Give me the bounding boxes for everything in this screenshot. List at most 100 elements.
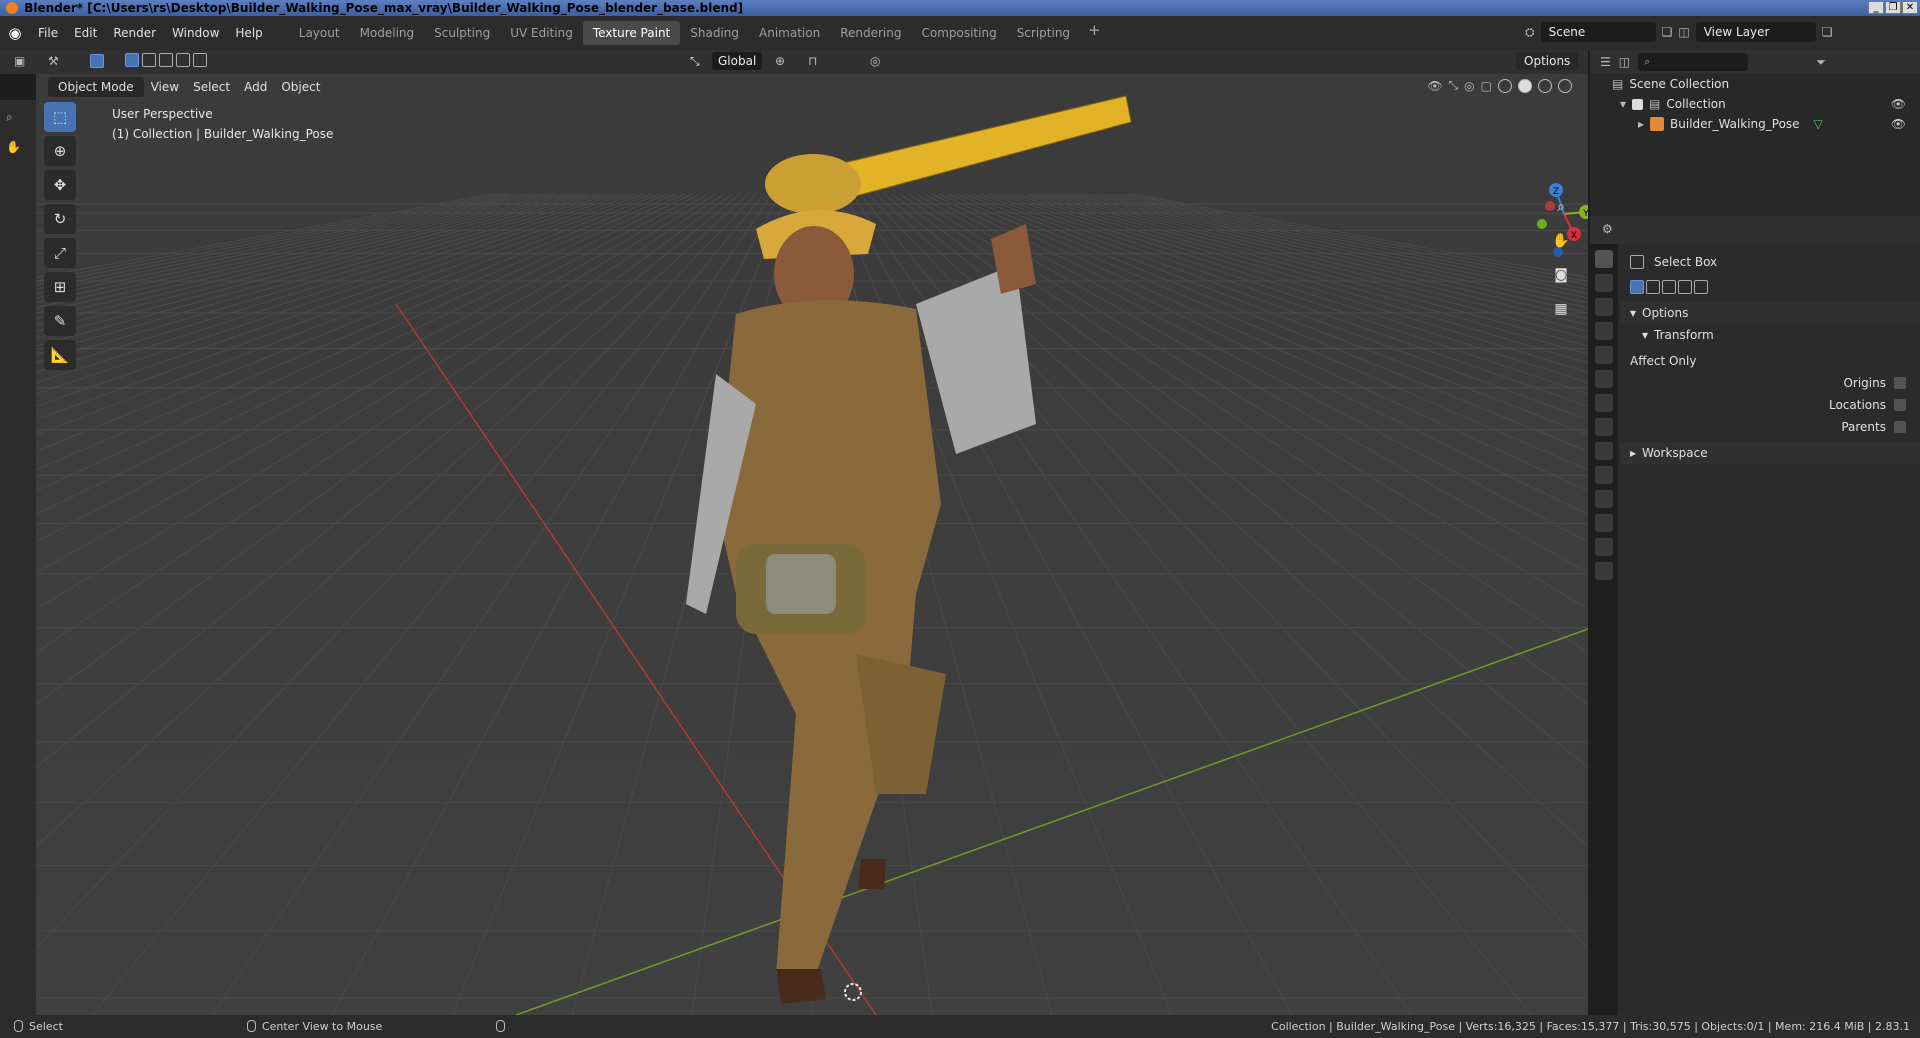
transform-tool-icon[interactable]: ⊞ — [44, 272, 76, 302]
menu-add[interactable]: Add — [237, 78, 274, 96]
view-layer-tab-icon[interactable] — [1595, 322, 1613, 340]
tab-texture-paint[interactable]: Texture Paint — [582, 21, 681, 45]
snap-icon[interactable]: ⊓ — [808, 54, 817, 68]
orientation-icon[interactable]: ⤡ — [690, 54, 700, 69]
output-tab-icon[interactable] — [1595, 298, 1613, 316]
object-visibility-icon[interactable]: 👁 — [1891, 117, 1906, 131]
mesh-data-icon[interactable]: ▽ — [1814, 117, 1823, 131]
object-mode-dropdown[interactable]: Object Mode — [48, 77, 144, 97]
display-mode-icon[interactable]: ◫ — [1619, 55, 1630, 69]
world-tab-icon[interactable] — [1595, 370, 1613, 388]
solid-shading-icon[interactable] — [1518, 78, 1532, 93]
tab-layout[interactable]: Layout — [289, 21, 350, 45]
new-scene-icon[interactable]: ❏ — [1662, 25, 1673, 39]
render-tab-icon[interactable] — [1595, 274, 1613, 292]
close-button[interactable]: ✕ — [1902, 1, 1918, 14]
blender-logo-icon[interactable]: ◉ — [0, 24, 30, 42]
menu-render[interactable]: Render — [105, 26, 164, 40]
menu-edit[interactable]: Edit — [66, 26, 105, 40]
pan-hand-icon[interactable]: ✋ — [1548, 228, 1574, 254]
tab-shading[interactable]: Shading — [680, 21, 749, 45]
collapse-arrow-icon[interactable]: ▸ — [1638, 117, 1644, 131]
view-layer-icon[interactable]: ◫ — [1678, 25, 1689, 39]
scene-icon[interactable]: ⛭ — [1525, 25, 1535, 40]
view-layer-field[interactable]: View Layer — [1695, 22, 1816, 42]
annotate-tool-icon[interactable]: ✎ — [44, 306, 76, 336]
origins-checkbox[interactable] — [1894, 377, 1906, 389]
parents-checkbox[interactable] — [1894, 421, 1906, 433]
data-tab-icon[interactable] — [1595, 514, 1613, 532]
scale-tool-icon[interactable]: ⤢ — [44, 238, 76, 268]
object-row[interactable]: ▸ Builder_Walking_Pose ▽ 👁 — [1590, 114, 1920, 134]
maximize-button[interactable]: ❐ — [1885, 1, 1901, 14]
tab-uv-editing[interactable]: UV Editing — [500, 21, 583, 45]
locations-checkbox[interactable] — [1894, 399, 1906, 411]
gizmo-toggle-icon[interactable]: ⤡ — [1449, 78, 1459, 93]
rotate-tool-icon[interactable]: ↻ — [44, 204, 76, 234]
mode-add-icon[interactable] — [1646, 280, 1660, 294]
collection-visibility-icon[interactable]: 👁 — [1891, 97, 1906, 111]
scene-field[interactable]: Scene — [1540, 22, 1656, 42]
material-shading-icon[interactable] — [1538, 78, 1552, 93]
rendered-shading-icon[interactable] — [1558, 78, 1572, 93]
mode-intersect-icon[interactable] — [193, 53, 207, 67]
tab-animation[interactable]: Animation — [749, 21, 830, 45]
mode-set-icon[interactable] — [125, 53, 139, 67]
tab-sculpting[interactable]: Sculpting — [424, 21, 500, 45]
camera-icon[interactable]: ◙ — [1548, 262, 1574, 288]
move-tool-icon[interactable]: ✥ — [44, 170, 76, 200]
mode-new-icon[interactable] — [1630, 280, 1644, 294]
proportional-edit-icon[interactable]: ◎ — [870, 54, 880, 68]
search-icon[interactable]: ⌕ — [6, 110, 13, 125]
visibility-icon[interactable]: 👁 — [1427, 79, 1442, 93]
tab-compositing[interactable]: Compositing — [911, 21, 1006, 45]
menu-help[interactable]: Help — [227, 26, 270, 40]
mode-subtract-icon[interactable] — [159, 53, 173, 67]
filter-icon[interactable]: ⏷ — [1816, 55, 1826, 70]
scene-tab-icon[interactable] — [1595, 346, 1613, 364]
xray-toggle-icon[interactable]: ▢ — [1481, 79, 1492, 93]
constraints-tab-icon[interactable] — [1595, 490, 1613, 508]
menu-file[interactable]: File — [30, 26, 66, 40]
new-view-layer-icon[interactable]: ❏ — [1822, 25, 1833, 39]
cursor-tool-icon[interactable]: ⊕ — [44, 136, 76, 166]
scene-collection-row[interactable]: ▤ Scene Collection — [1590, 74, 1920, 94]
select-cursor-tool-icon[interactable] — [90, 53, 104, 68]
mode-sub-icon[interactable] — [1662, 280, 1676, 294]
material-tab-icon[interactable] — [1595, 538, 1613, 556]
particles-tab-icon[interactable] — [1595, 442, 1613, 460]
transform-subsection[interactable]: ▾ Transform — [1620, 324, 1920, 346]
outliner-editor-icon[interactable]: ☰ — [1600, 55, 1611, 69]
measure-tool-icon[interactable]: 📐 — [44, 340, 76, 370]
properties-editor-icon[interactable]: ⚙ — [1602, 222, 1613, 236]
expand-arrow-icon[interactable]: ▾ — [1620, 97, 1626, 111]
tool-settings-icon[interactable]: ⚒ — [48, 54, 59, 68]
editor-type-icon[interactable]: ▣ — [14, 54, 25, 68]
tab-scripting[interactable]: Scripting — [1007, 21, 1080, 45]
3d-viewport[interactable]: Z Y X ⬚ ⊕ ✥ ↻ ⤢ ⊞ ✎ 📐 User Perspective (… — [36, 74, 1588, 1015]
texture-tab-icon[interactable] — [1595, 562, 1613, 580]
hand-icon[interactable]: ✋ — [6, 140, 21, 154]
menu-object[interactable]: Object — [274, 78, 327, 96]
menu-window[interactable]: Window — [164, 26, 227, 40]
tab-rendering[interactable]: Rendering — [830, 21, 911, 45]
workspace-section[interactable]: ▸ Workspace — [1620, 442, 1920, 464]
outliner-search-input[interactable]: ⌕ — [1638, 53, 1749, 71]
mode-diff-icon[interactable] — [1678, 280, 1692, 294]
object-tab-icon[interactable] — [1595, 394, 1613, 412]
minimize-button[interactable]: _ — [1868, 1, 1884, 14]
ortho-grid-icon[interactable]: ▦ — [1548, 296, 1574, 322]
menu-select[interactable]: Select — [186, 78, 237, 96]
tool-tab-icon[interactable] — [1595, 250, 1613, 268]
select-box-tool-icon[interactable]: ⬚ — [44, 102, 76, 132]
modifier-tab-icon[interactable] — [1595, 418, 1613, 436]
collection-checkbox[interactable] — [1632, 98, 1644, 110]
mode-and-icon[interactable] — [1694, 280, 1708, 294]
mode-extend-icon[interactable] — [142, 53, 156, 67]
overlay-toggle-icon[interactable]: ◎ — [1464, 79, 1474, 93]
options-section[interactable]: ▾ Options — [1620, 302, 1920, 324]
physics-tab-icon[interactable] — [1595, 466, 1613, 484]
add-workspace-button[interactable]: + — [1080, 21, 1109, 45]
mode-difference-icon[interactable] — [176, 53, 190, 67]
menu-view[interactable]: View — [144, 78, 186, 96]
